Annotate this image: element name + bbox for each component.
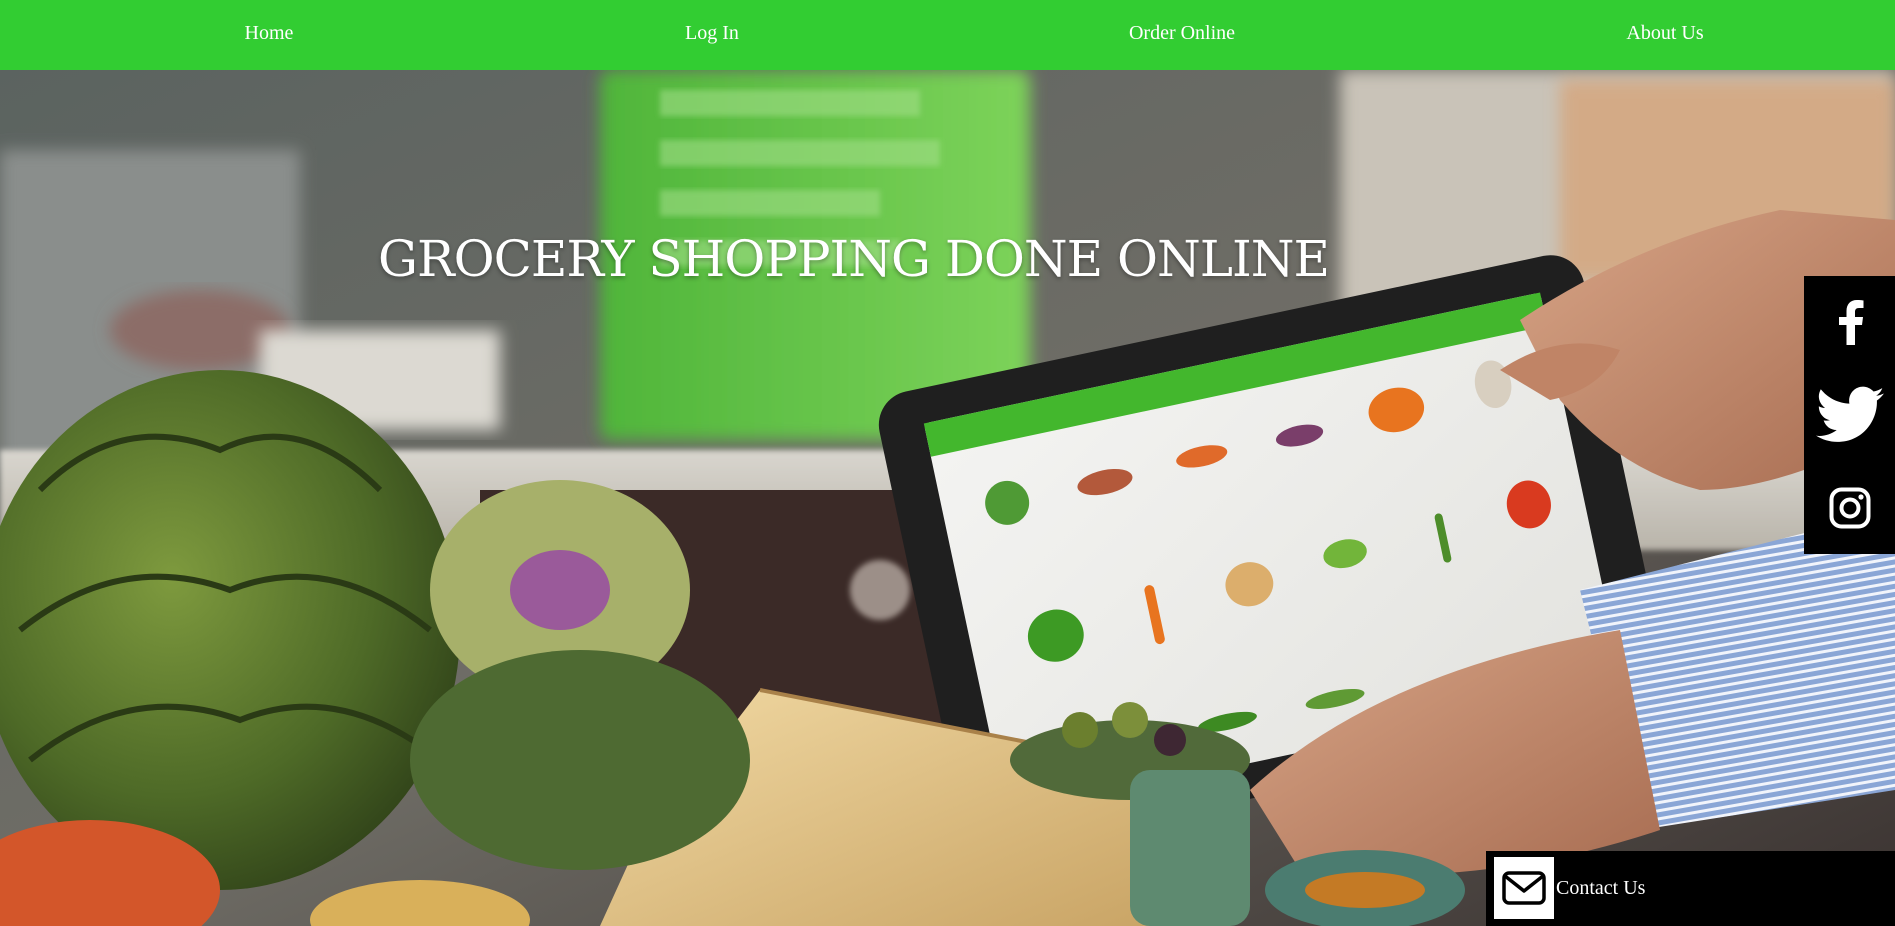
instagram-icon bbox=[1829, 487, 1870, 529]
nav-home-link[interactable]: Home bbox=[245, 0, 294, 70]
nav-about-us-link[interactable]: About Us bbox=[1626, 0, 1703, 70]
social-sidebar bbox=[1804, 276, 1895, 554]
twitter-button[interactable] bbox=[1804, 369, 1895, 461]
contact-us-label: Contact Us bbox=[1556, 877, 1646, 899]
contact-icon-box bbox=[1494, 857, 1554, 919]
hero-background-image bbox=[0, 70, 1895, 926]
nav-order-online-link[interactable]: Order Online bbox=[1129, 0, 1235, 70]
instagram-button[interactable] bbox=[1804, 462, 1895, 554]
nav-login-link[interactable]: Log In bbox=[685, 0, 739, 70]
page: Home Log In Order Online About Us GROCER… bbox=[0, 0, 1895, 926]
top-navbar: Home Log In Order Online About Us bbox=[0, 0, 1895, 70]
contact-us-button[interactable]: Contact Us bbox=[1486, 851, 1895, 926]
hero-section: GROCERY SHOPPING DONE ONLINE bbox=[0, 70, 1895, 926]
envelope-icon bbox=[1502, 871, 1546, 905]
facebook-icon bbox=[1838, 300, 1863, 345]
facebook-button[interactable] bbox=[1804, 276, 1895, 368]
twitter-icon bbox=[1815, 386, 1884, 442]
hero-title: GROCERY SHOPPING DONE ONLINE bbox=[378, 230, 1330, 288]
